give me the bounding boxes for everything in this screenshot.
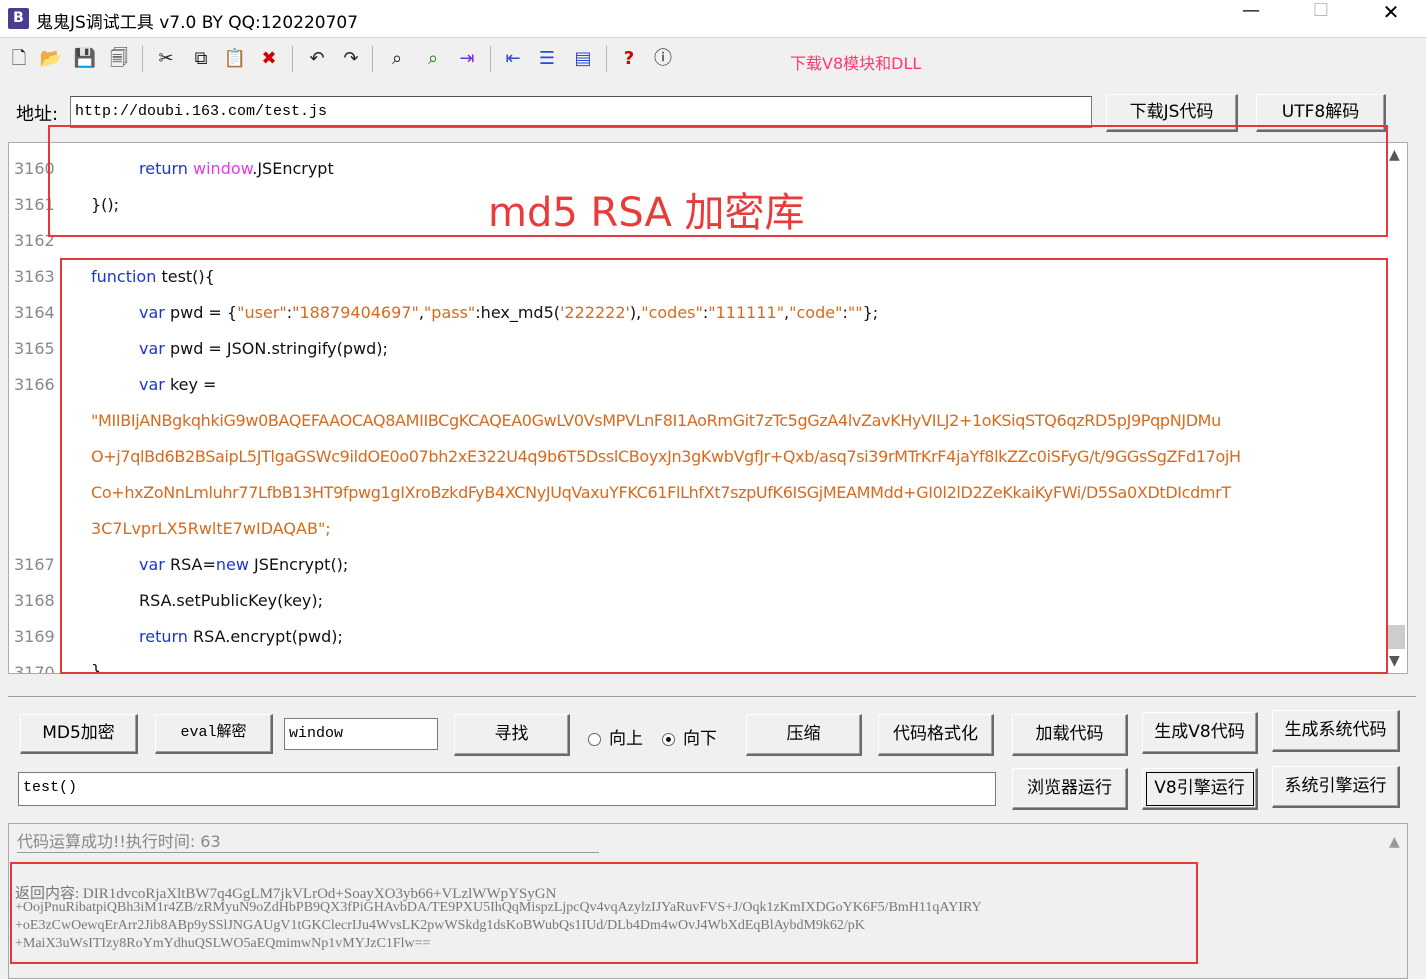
toolbar: 🗋 📂 💾 🗐 ✂ ⧉ 📋 ✖ ↶ ↷ ⌕ ⌕ ⇥ ⇤ ☰ ▤ ? ⓘ	[0, 40, 1426, 78]
scroll-down-icon[interactable]: ▼	[1389, 653, 1400, 669]
outdent-icon[interactable]: ⇤	[500, 46, 526, 72]
line-number: 3167	[14, 555, 55, 574]
compress-button[interactable]: 压缩	[746, 714, 862, 756]
annotation-box-output	[10, 862, 1198, 964]
system-engine-run-button[interactable]: 系统引擎运行	[1272, 766, 1400, 808]
browser-run-button[interactable]: 浏览器运行	[1012, 768, 1128, 810]
delete-icon[interactable]: ✖	[256, 46, 282, 72]
title-bar: B 鬼鬼JS调试工具 v7.0 BY QQ:120220707 — ☐ ✕	[0, 0, 1426, 38]
cut-icon[interactable]: ✂	[153, 46, 179, 72]
generate-v8-button[interactable]: 生成V8代码	[1142, 712, 1258, 754]
search-input[interactable]: window	[284, 718, 438, 750]
toolbar-separator	[606, 46, 607, 72]
line-number: 3163	[14, 267, 55, 286]
copy-icon[interactable]: ⧉	[188, 46, 214, 72]
address-input[interactable]: http://doubi.163.com/test.js	[70, 96, 1092, 128]
line-number: 3165	[14, 339, 55, 358]
minimize-button[interactable]: —	[1216, 0, 1286, 38]
radio-up-label: 向上	[609, 729, 643, 749]
radio-up[interactable]: 向上	[588, 724, 643, 749]
close-button[interactable]: ✕	[1356, 0, 1426, 38]
eval-decrypt-button[interactable]: eval解密	[155, 714, 273, 754]
radio-down[interactable]: 向下	[662, 724, 717, 749]
annotation-label: md5 RSA 加密库	[488, 190, 805, 236]
scroll-thumb[interactable]	[1387, 625, 1405, 649]
indent-icon[interactable]: ⇥	[454, 46, 480, 72]
find-button[interactable]: 寻找	[454, 714, 570, 756]
app-window: B 鬼鬼JS调试工具 v7.0 BY QQ:120220707 — ☐ ✕ 🗋 …	[0, 0, 1426, 979]
line-number: 3169	[14, 627, 55, 646]
radio-up-indicator	[588, 732, 601, 746]
redo-icon[interactable]: ↷	[338, 46, 364, 72]
window-title: 鬼鬼JS调试工具 v7.0 BY QQ:120220707	[36, 13, 359, 33]
format-code-button[interactable]: 代码格式化	[878, 714, 994, 756]
toolbar-separator	[490, 46, 491, 72]
md5-encrypt-button[interactable]: MD5加密	[20, 714, 138, 754]
scroll-up-icon[interactable]: ▲	[1389, 147, 1400, 163]
address-label: 地址:	[16, 104, 59, 125]
scroll-up-icon[interactable]: ▲	[1389, 834, 1400, 850]
maximize-button[interactable]: ☐	[1286, 0, 1356, 38]
annotation-box-test-function	[60, 258, 1388, 674]
find-next-icon[interactable]: ⌕	[420, 46, 446, 72]
toolbar-separator	[372, 46, 373, 72]
open-folder-icon[interactable]: 📂	[38, 46, 64, 72]
window-icon[interactable]: ▤	[570, 46, 596, 72]
new-file-icon[interactable]: 🗋	[6, 46, 32, 72]
radio-down-indicator	[662, 732, 675, 746]
paste-icon[interactable]: 📋	[222, 46, 248, 72]
find-icon[interactable]: ⌕	[384, 46, 410, 72]
save-icon[interactable]: 💾	[72, 46, 98, 72]
line-number: 3170	[14, 663, 55, 674]
help-icon[interactable]: ?	[616, 46, 642, 72]
status-divider	[17, 852, 599, 853]
download-v8-link[interactable]: 下载V8模块和DLL	[790, 50, 921, 74]
editor-scrollbar[interactable]: ▲ ▼	[1385, 143, 1407, 673]
info-icon[interactable]: ⓘ	[650, 46, 676, 72]
v8-engine-run-button[interactable]: V8引擎运行	[1142, 768, 1258, 810]
toolbar-separator	[292, 46, 293, 72]
numbered-list-icon[interactable]: ☰	[534, 46, 560, 72]
generate-system-button[interactable]: 生成系统代码	[1272, 710, 1400, 752]
execution-status: 代码运算成功!!执行时间: 63	[17, 832, 221, 851]
radio-down-label: 向下	[683, 729, 717, 749]
save-all-icon[interactable]: 🗐	[106, 46, 132, 72]
expression-input[interactable]: test()	[18, 772, 996, 806]
load-code-button[interactable]: 加载代码	[1012, 714, 1128, 756]
app-icon: B	[8, 8, 29, 29]
line-number: 3168	[14, 591, 55, 610]
output-scrollbar[interactable]: ▲	[1385, 824, 1407, 978]
undo-icon[interactable]: ↶	[304, 46, 330, 72]
toolbar-separator	[142, 46, 143, 72]
line-number: 3166	[14, 375, 55, 394]
line-number: 3164	[14, 303, 55, 322]
